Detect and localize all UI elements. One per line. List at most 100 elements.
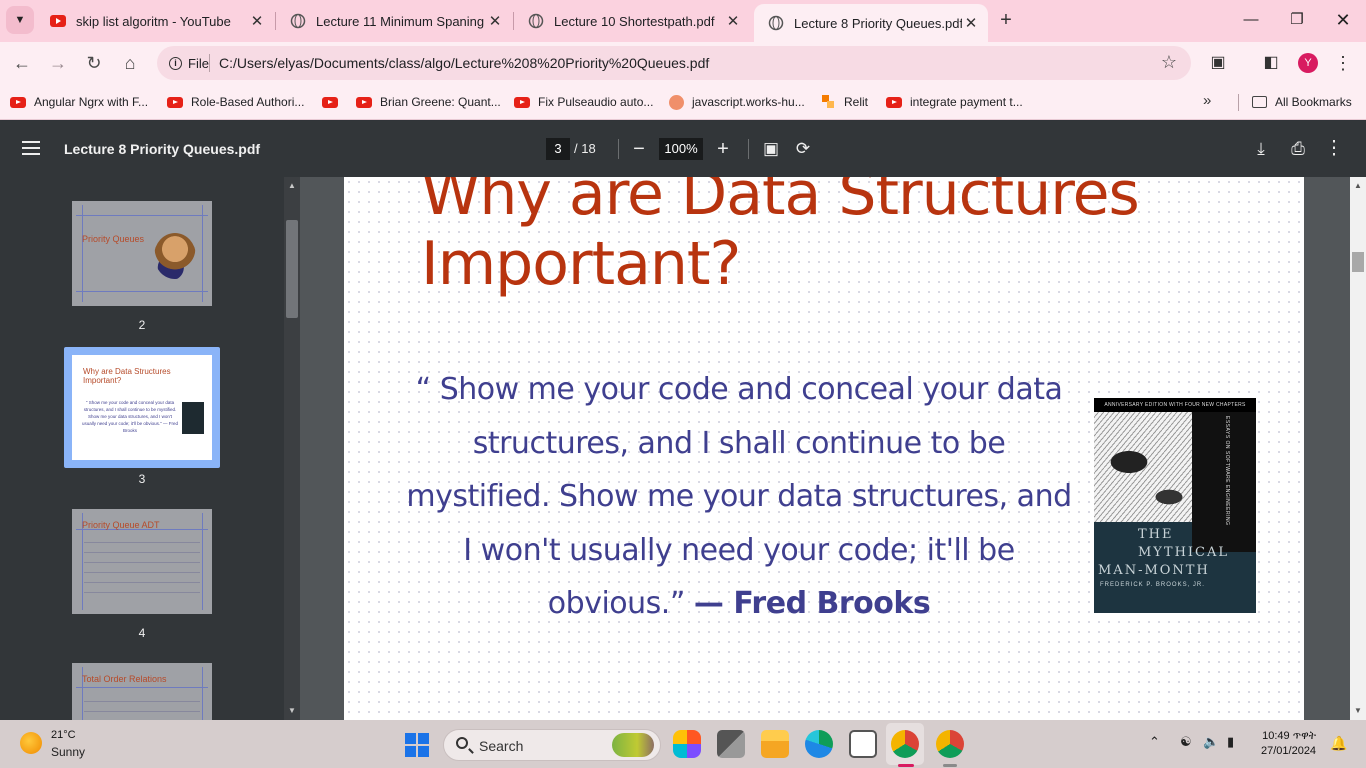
file-explorer-folder-icon[interactable] (761, 730, 789, 758)
windows-start-icon[interactable] (405, 733, 429, 757)
zoom-out-minus-icon[interactable]: − (625, 135, 653, 163)
globe-icon (290, 13, 306, 29)
chrome-icon[interactable] (936, 730, 964, 758)
download-icon[interactable]: ⤓ (1249, 137, 1273, 161)
battery-icon[interactable]: ▮ (1227, 734, 1234, 750)
wifi-icon[interactable]: ☯ (1180, 734, 1192, 750)
chrome-profile-icon[interactable] (891, 730, 919, 758)
sidebar-scrollbar-thumb[interactable] (286, 220, 298, 318)
thumbnail-page-4[interactable]: Priority Queue ADT (72, 509, 212, 614)
quote-end: obvious.” (547, 586, 686, 621)
main-scrollbar-thumb[interactable] (1352, 252, 1364, 272)
globe-icon (768, 15, 784, 31)
side-panel-icon[interactable]: ◧ (1258, 50, 1284, 76)
volume-icon[interactable]: 🔈 (1203, 734, 1219, 750)
bookmark-star-icon[interactable]: ☆ (1161, 52, 1177, 73)
bookmark-item[interactable]: Fix Pulseaudio auto... (514, 93, 653, 111)
youtube-icon (167, 96, 183, 108)
tab-close-icon[interactable]: ✕ (724, 12, 742, 30)
weather-description[interactable]: Sunny (51, 745, 85, 759)
weather-temperature[interactable]: 21°C (51, 729, 76, 741)
notification-bell-icon[interactable]: 🔔 (1330, 735, 1347, 752)
home-icon[interactable]: ⌂ (116, 49, 144, 77)
minimize-icon[interactable]: — (1228, 8, 1274, 34)
tab-title: skip list algoritm - YouTube (76, 13, 231, 29)
bookmark-label: integrate payment t... (910, 95, 1023, 109)
browser-menu-kebab-icon[interactable]: ⋮ (1330, 50, 1356, 76)
thumbnail-page-2[interactable]: Priority Queues (72, 201, 212, 306)
bookmark-item[interactable]: integrate payment t... (886, 93, 1023, 111)
scroll-down-arrow-icon[interactable]: ▼ (288, 706, 296, 715)
pdf-title: Lecture 8 Priority Queues.pdf (64, 141, 261, 157)
zoom-level-input[interactable]: 100% (659, 138, 703, 160)
edge-browser-icon[interactable] (805, 730, 833, 758)
scroll-down-arrow-icon[interactable]: ▼ (1354, 706, 1362, 715)
bookmarks-overflow-chevron-icon[interactable]: » (1203, 92, 1211, 109)
tab-title: Lecture 11 Minimum Spaning Tr (316, 13, 486, 29)
info-icon: i (169, 56, 182, 70)
quote-line: obvious.” — Fred Brooks (404, 577, 1074, 631)
address-bar[interactable]: i File C:/Users/elyas/Documents/class/al… (157, 46, 1191, 80)
system-clock[interactable]: 10:49 ጥዋት 27/01/2024 (1261, 729, 1316, 759)
bookmark-item[interactable]: Angular Ngrx with F... (10, 93, 148, 111)
task-view-icon[interactable] (717, 730, 745, 758)
fit-to-page-icon[interactable]: ▣ (759, 137, 783, 161)
youtube-icon (10, 96, 26, 108)
quote-line: structures, and I shall continue to be (472, 425, 1006, 461)
running-app-indicator (943, 764, 957, 767)
new-tab-plus-icon[interactable]: + (994, 9, 1018, 33)
sidebar-menu-icon[interactable] (22, 141, 40, 155)
page-total: / 18 (574, 141, 596, 156)
profile-avatar[interactable]: Y (1298, 53, 1318, 73)
tab-lecture-11[interactable]: Lecture 11 Minimum Spaning Tr ✕ (276, 4, 512, 38)
mythical-man-month-book-image: ANNIVERSARY EDITION WITH FOUR NEW CHAPTE… (1094, 398, 1256, 613)
scroll-up-arrow-icon[interactable]: ▲ (1354, 181, 1362, 190)
thumbnail-page-3[interactable]: Why are Data Structures Important? " Sho… (72, 355, 212, 460)
back-arrow-icon[interactable]: ← (8, 49, 36, 77)
taskbar-search[interactable]: Search (443, 729, 661, 761)
tab-search-chevron-icon[interactable]: ▼ (6, 6, 34, 34)
book-author: FREDERICK P. BROOKS, JR. (1100, 582, 1205, 588)
slide-title-line: Important? (421, 229, 741, 299)
bookmark-item[interactable]: Relit (822, 93, 868, 111)
bookmark-item[interactable]: Brian Greene: Quant... (356, 93, 501, 111)
rotate-icon[interactable]: ⟳ (791, 137, 815, 161)
thumbnail-number: 4 (138, 626, 146, 640)
quote-line: mystified. Show me your data structures,… (406, 479, 1072, 514)
copilot-icon[interactable] (673, 730, 701, 758)
pdf-toolbar: Lecture 8 Priority Queues.pdf 3 / 18 − 1… (0, 121, 1366, 177)
restore-icon[interactable]: ❐ (1274, 8, 1320, 34)
sun-weather-icon[interactable] (20, 732, 42, 754)
tab-lecture-8-active[interactable]: Lecture 8 Priority Queues.pdf ✕ (754, 4, 988, 42)
site-favicon-icon (669, 94, 684, 110)
close-window-icon[interactable]: ✕ (1320, 8, 1366, 34)
bookmark-item[interactable]: javascript.works-hu... (669, 93, 805, 111)
relit-icon (822, 95, 836, 109)
tab-title: Lecture 8 Priority Queues.pdf (794, 15, 962, 31)
all-bookmarks-button[interactable]: All Bookmarks (1252, 93, 1352, 111)
bookmark-item[interactable]: Role-Based Authori... (167, 93, 304, 111)
microsoft-store-icon[interactable] (849, 730, 877, 758)
tab-youtube[interactable]: skip list algoritm - YouTube ✕ (36, 4, 274, 38)
print-icon[interactable]: ⎙ (1286, 137, 1310, 161)
tab-close-icon[interactable]: ✕ (248, 12, 266, 30)
forward-arrow-icon[interactable]: → (44, 49, 72, 77)
tray-overflow-chevron-icon[interactable]: ⌃ (1149, 734, 1160, 750)
reload-icon[interactable]: ↻ (80, 49, 108, 77)
extensions-puzzle-icon[interactable]: ▣ (1205, 50, 1231, 76)
tab-lecture-10[interactable]: Lecture 10 Shortestpath.pdf ✕ (514, 4, 750, 38)
bookmark-item[interactable] (322, 93, 346, 111)
search-label: Search (479, 738, 524, 754)
book-banner: ANNIVERSARY EDITION WITH FOUR NEW CHAPTE… (1094, 398, 1256, 412)
active-app-indicator (898, 764, 914, 767)
thumbnail-page-5[interactable]: Total Order Relations (72, 663, 212, 720)
page-number-input[interactable]: 3 (546, 138, 570, 160)
scroll-up-arrow-icon[interactable]: ▲ (288, 181, 296, 190)
pdf-more-kebab-icon[interactable]: ⋮ (1322, 137, 1346, 161)
tab-close-icon[interactable]: ✕ (962, 14, 980, 32)
zoom-in-plus-icon[interactable]: + (709, 135, 737, 163)
quote-author: — Fred Brooks (693, 586, 931, 621)
url-text[interactable]: C:/Users/elyas/Documents/class/algo/Lect… (219, 55, 709, 71)
youtube-icon (886, 96, 902, 108)
tab-close-icon[interactable]: ✕ (486, 12, 504, 30)
